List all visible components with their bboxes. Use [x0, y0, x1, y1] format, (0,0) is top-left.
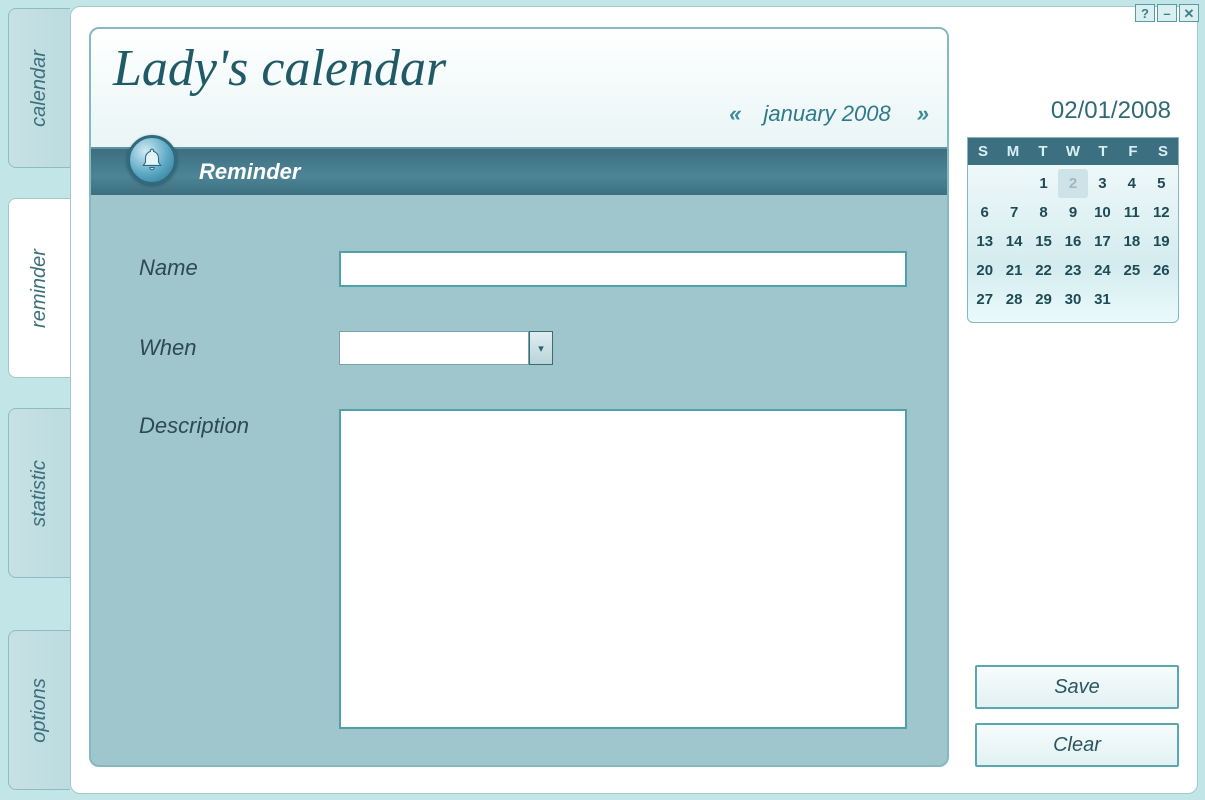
- month-navigation: « january 2008 »: [729, 101, 925, 127]
- app-title: Lady's calendar: [113, 39, 925, 98]
- calendar-day[interactable]: 29: [1029, 285, 1058, 314]
- when-label: When: [139, 331, 339, 361]
- tab-options[interactable]: options: [8, 630, 70, 790]
- calendar-day[interactable]: 18: [1117, 227, 1146, 256]
- tab-calendar[interactable]: calendar: [8, 8, 70, 168]
- calendar-dow: F: [1118, 138, 1148, 165]
- calendar-day[interactable]: 5: [1147, 169, 1176, 198]
- calendar-day[interactable]: 12: [1147, 198, 1176, 227]
- minimize-button[interactable]: –: [1157, 4, 1177, 22]
- sidebar: calendar reminder statistic options: [0, 0, 78, 800]
- calendar-day[interactable]: 15: [1029, 227, 1058, 256]
- description-label: Description: [139, 409, 339, 439]
- calendar-day[interactable]: 14: [999, 227, 1028, 256]
- calendar-dow: S: [1148, 138, 1178, 165]
- calendar-day[interactable]: 6: [970, 198, 999, 227]
- calendar-day[interactable]: 13: [970, 227, 999, 256]
- calendar-day[interactable]: 25: [1117, 256, 1146, 285]
- name-label: Name: [139, 251, 339, 281]
- next-month-icon[interactable]: »: [917, 101, 925, 127]
- calendar-day[interactable]: 24: [1088, 256, 1117, 285]
- calendar-day[interactable]: 7: [999, 198, 1028, 227]
- save-button[interactable]: Save: [975, 665, 1179, 709]
- calendar-day[interactable]: 1: [1029, 169, 1058, 198]
- calendar-day[interactable]: 27: [970, 285, 999, 314]
- right-column: 02/01/2008 SMTWTFS 123456789101112131415…: [967, 27, 1179, 773]
- bell-icon: [127, 135, 177, 185]
- calendar-day: [1117, 285, 1146, 314]
- calendar-dow: T: [1028, 138, 1058, 165]
- calendar-day[interactable]: 16: [1058, 227, 1087, 256]
- prev-month-icon[interactable]: «: [729, 101, 737, 127]
- calendar-day[interactable]: 28: [999, 285, 1028, 314]
- dropdown-icon[interactable]: ▾: [529, 331, 553, 365]
- calendar-day[interactable]: 11: [1117, 198, 1146, 227]
- calendar-day[interactable]: 8: [1029, 198, 1058, 227]
- when-select[interactable]: [339, 331, 529, 365]
- calendar-day[interactable]: 20: [970, 256, 999, 285]
- reminder-form: Name When ▾ Description: [91, 195, 947, 767]
- calendar-dow: T: [1088, 138, 1118, 165]
- calendar-day[interactable]: 10: [1088, 198, 1117, 227]
- action-buttons: Save Clear: [975, 665, 1179, 767]
- tab-reminder[interactable]: reminder: [8, 198, 70, 378]
- panel-title-bar: Reminder: [91, 149, 947, 195]
- mini-calendar: SMTWTFS 12345678910111213141516171819202…: [967, 137, 1179, 323]
- calendar-header: SMTWTFS: [968, 138, 1178, 165]
- calendar-dow: S: [968, 138, 998, 165]
- main-area: Lady's calendar « january 2008 » Reminde…: [70, 6, 1198, 794]
- tab-label: reminder: [28, 249, 51, 328]
- calendar-day[interactable]: 17: [1088, 227, 1117, 256]
- tab-label: options: [28, 678, 51, 743]
- calendar-day[interactable]: 23: [1058, 256, 1087, 285]
- description-textarea[interactable]: [339, 409, 907, 729]
- tab-label: calendar: [28, 50, 51, 127]
- calendar-day[interactable]: 9: [1058, 198, 1087, 227]
- calendar-day[interactable]: 19: [1147, 227, 1176, 256]
- panel-header: Lady's calendar « january 2008 »: [91, 29, 947, 149]
- calendar-day[interactable]: 21: [999, 256, 1028, 285]
- calendar-dow: W: [1058, 138, 1088, 165]
- calendar-grid: 1234567891011121314151617181920212223242…: [968, 165, 1178, 322]
- month-label: january 2008: [764, 101, 891, 127]
- calendar-dow: M: [998, 138, 1028, 165]
- calendar-day[interactable]: 2: [1058, 169, 1087, 198]
- calendar-day[interactable]: 4: [1117, 169, 1146, 198]
- close-button[interactable]: ✕: [1179, 4, 1199, 22]
- calendar-day[interactable]: 3: [1088, 169, 1117, 198]
- calendar-day[interactable]: 26: [1147, 256, 1176, 285]
- calendar-day: [970, 169, 999, 198]
- calendar-day[interactable]: 30: [1058, 285, 1087, 314]
- name-input[interactable]: [339, 251, 907, 287]
- calendar-day: [999, 169, 1028, 198]
- calendar-day[interactable]: 22: [1029, 256, 1058, 285]
- window-controls: ? – ✕: [1135, 4, 1199, 22]
- calendar-day: [1147, 285, 1176, 314]
- date-display: 02/01/2008: [967, 27, 1179, 137]
- panel-title: Reminder: [199, 159, 300, 185]
- tab-label: statistic: [28, 460, 51, 527]
- reminder-panel: Lady's calendar « january 2008 » Reminde…: [89, 27, 949, 767]
- calendar-day[interactable]: 31: [1088, 285, 1117, 314]
- clear-button[interactable]: Clear: [975, 723, 1179, 767]
- tab-statistic[interactable]: statistic: [8, 408, 70, 578]
- help-button[interactable]: ?: [1135, 4, 1155, 22]
